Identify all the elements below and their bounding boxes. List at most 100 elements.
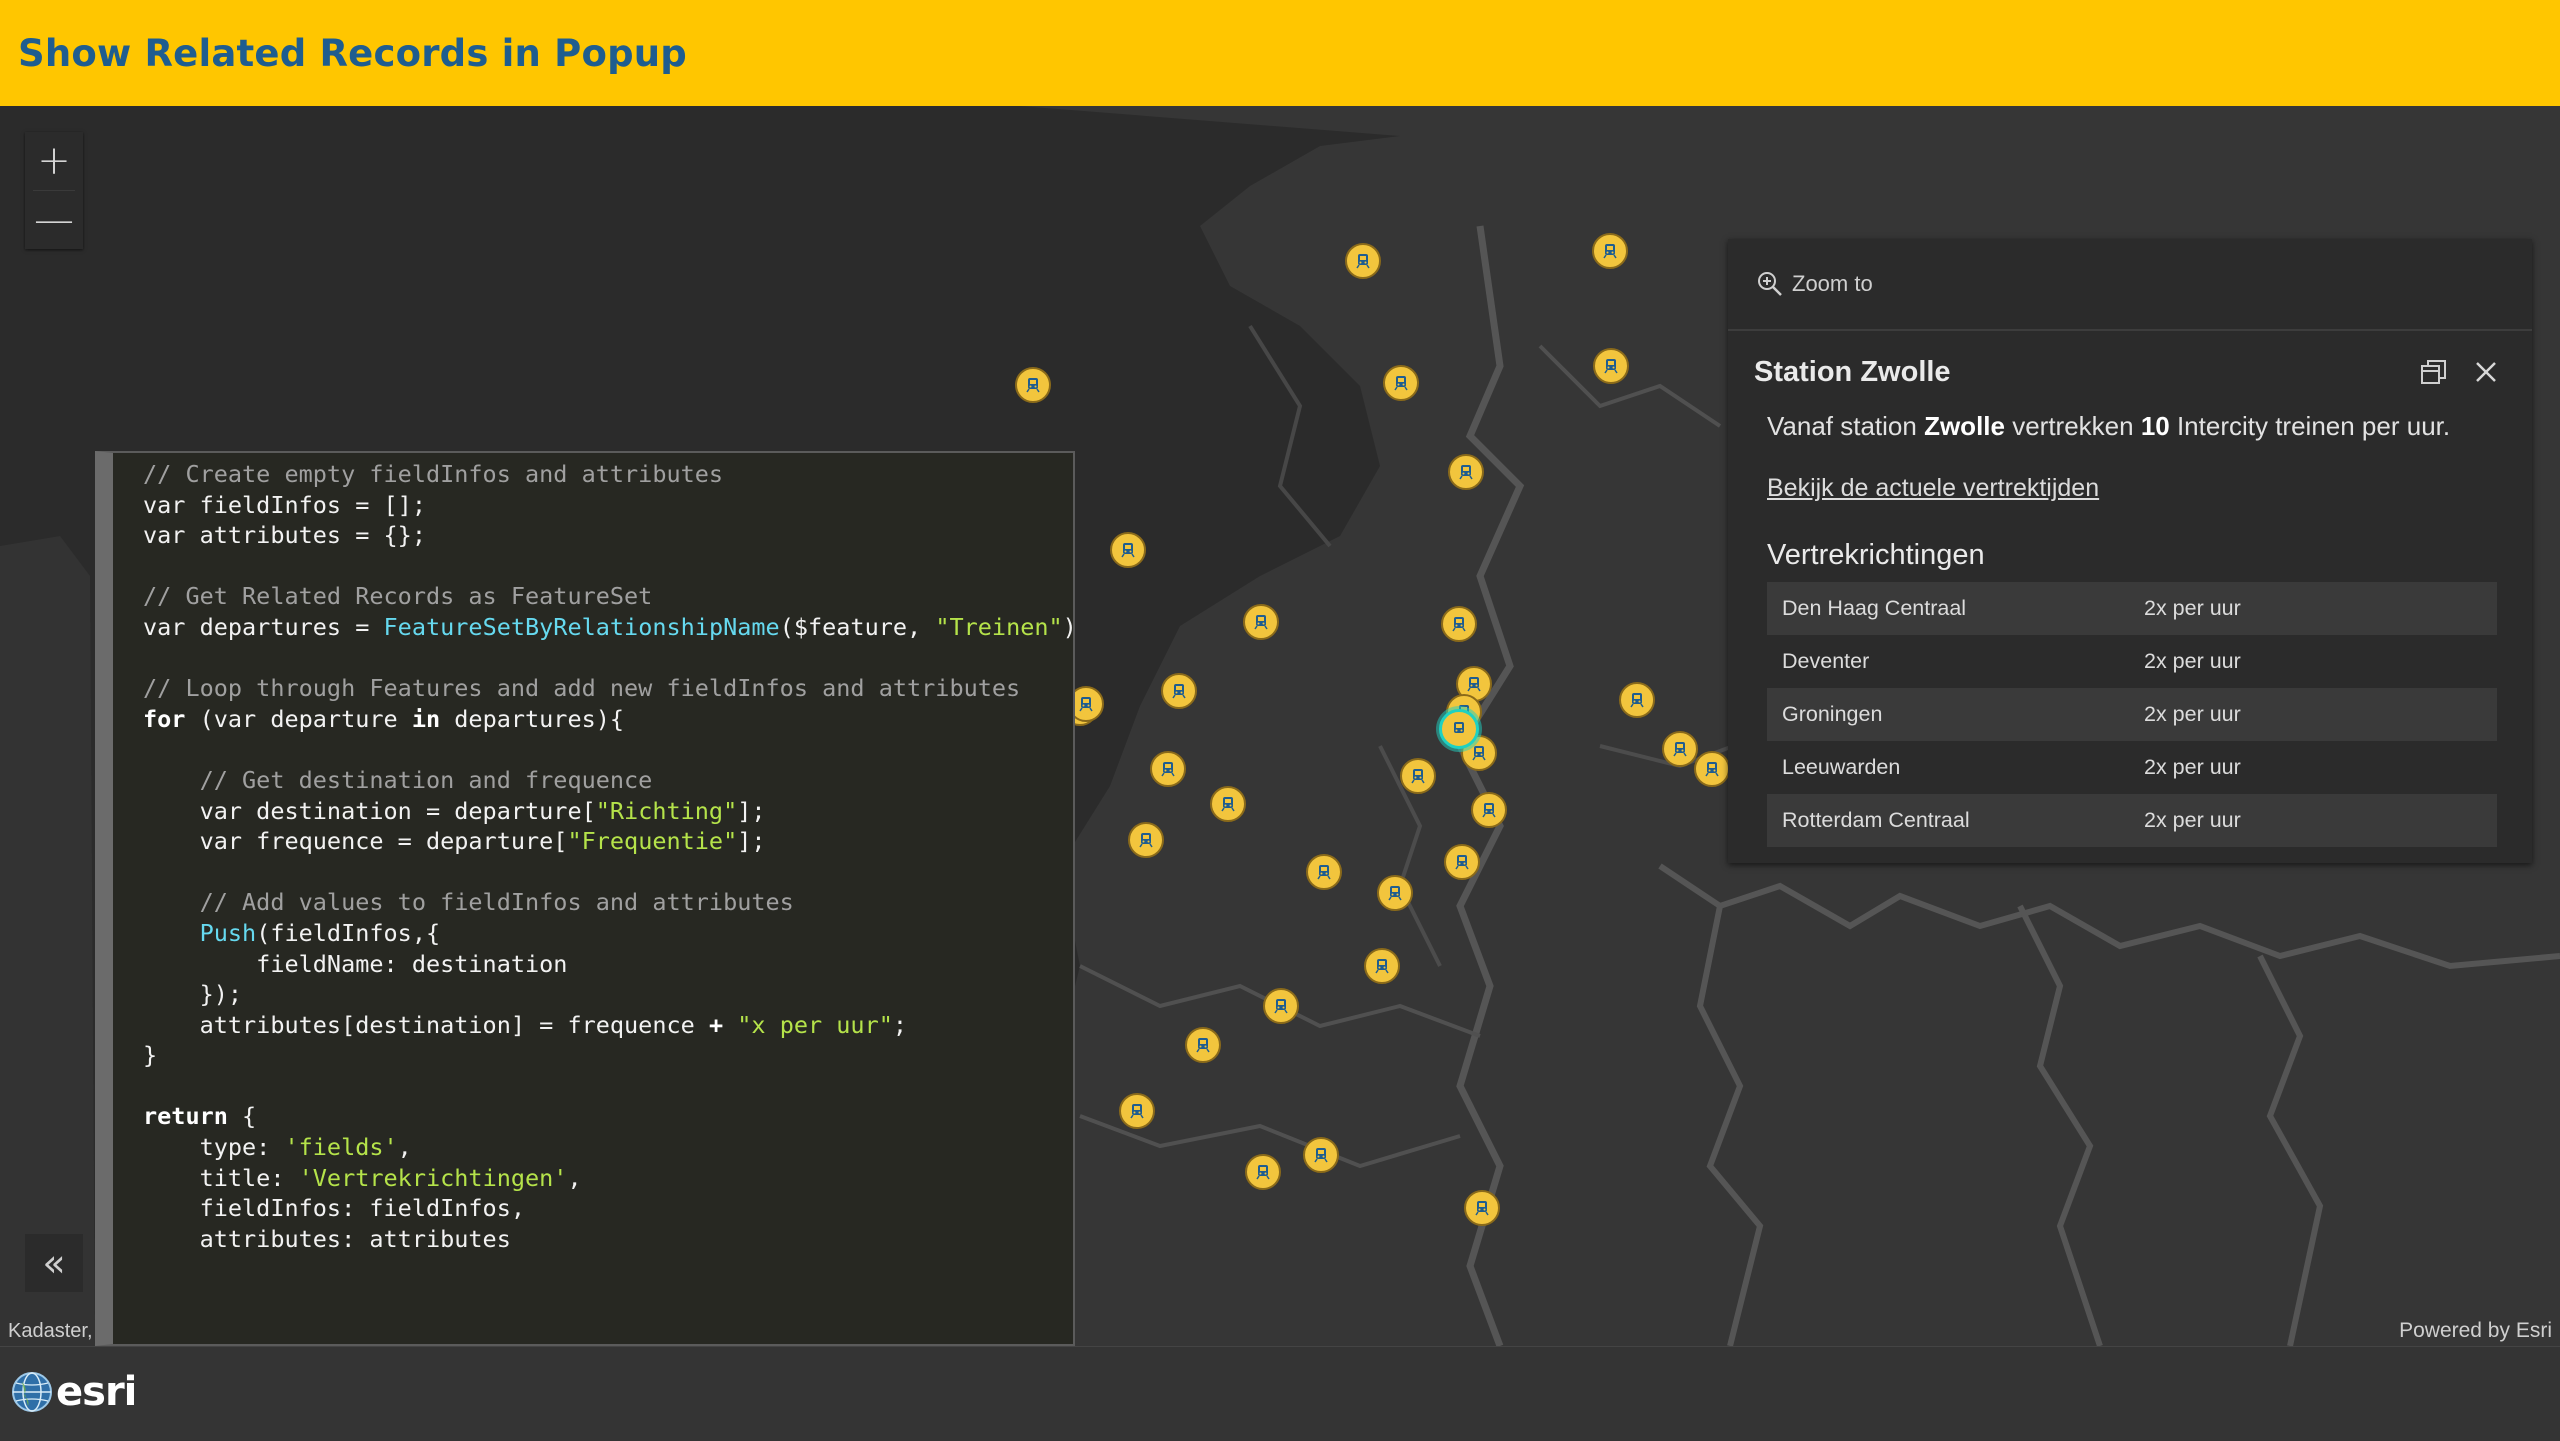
- train-icon: [1673, 742, 1687, 757]
- zoom-out-button[interactable]: —: [25, 191, 83, 249]
- dock-button[interactable]: [2414, 352, 2454, 392]
- popup-header: Station Zwolle: [1728, 331, 2532, 413]
- popup-description: Vanaf station Zwolle vertrekken 10 Inter…: [1767, 411, 2494, 442]
- station-marker[interactable]: [1150, 751, 1186, 787]
- popup-body: Vanaf station Zwolle vertrekken 10 Inter…: [1728, 411, 2532, 847]
- station-marker[interactable]: [1400, 758, 1436, 794]
- station-marker[interactable]: [1345, 243, 1381, 279]
- footer: esri: [0, 1346, 2560, 1441]
- train-icon: [1603, 244, 1617, 259]
- train-icon: [1472, 746, 1486, 761]
- train-icon: [1314, 1148, 1328, 1163]
- field-value: 2x per uur: [2129, 688, 2497, 741]
- station-marker[interactable]: [1245, 1154, 1281, 1190]
- train-icon: [1139, 833, 1153, 848]
- train-icon: [1256, 1165, 1270, 1180]
- station-marker[interactable]: [1128, 822, 1164, 858]
- station-marker[interactable]: [1383, 365, 1419, 401]
- table-row: Groningen 2x per uur: [1767, 688, 2497, 741]
- train-icon: [1196, 1038, 1210, 1053]
- station-marker[interactable]: [1306, 854, 1342, 890]
- field-value: 2x per uur: [2129, 635, 2497, 688]
- attribution-powered-by[interactable]: Powered by Esri: [2399, 1316, 2552, 1346]
- station-marker[interactable]: [1377, 875, 1413, 911]
- train-icon: [1411, 769, 1425, 784]
- train-icon: [1375, 959, 1389, 974]
- field-name: Rotterdam Centraal: [1767, 794, 2129, 847]
- train-icon: [1452, 617, 1466, 632]
- zoom-to-label: Zoom to: [1792, 271, 1873, 296]
- train-icon: [1482, 803, 1496, 818]
- train-icon: [1221, 797, 1235, 812]
- train-icon: [1130, 1104, 1144, 1119]
- desc-station: Zwolle: [1924, 411, 2005, 441]
- feature-popup: Zoom to Station Zwolle Vanaf station Zwo: [1728, 239, 2532, 863]
- train-icon: [1454, 722, 1464, 733]
- train-icon: [1161, 762, 1175, 777]
- station-marker[interactable]: [1210, 786, 1246, 822]
- train-icon: [1388, 886, 1402, 901]
- fields-table: Den Haag Centraal 2x per uur Deventer 2x…: [1767, 582, 2497, 847]
- station-marker[interactable]: [1444, 844, 1480, 880]
- station-marker[interactable]: [1110, 532, 1146, 568]
- zoom-controls: + —: [25, 132, 83, 249]
- field-name: Groningen: [1767, 688, 2129, 741]
- station-marker[interactable]: [1185, 1027, 1221, 1063]
- field-name: Den Haag Centraal: [1767, 582, 2129, 635]
- zoom-to-icon: [1758, 272, 1782, 296]
- station-marker[interactable]: [1263, 988, 1299, 1024]
- desc-mid: vertrekken: [2004, 411, 2141, 441]
- zoom-in-button[interactable]: +: [25, 132, 83, 190]
- station-marker[interactable]: [1592, 233, 1628, 269]
- table-row: Leeuwarden 2x per uur: [1767, 741, 2497, 794]
- station-marker[interactable]: [1662, 731, 1698, 767]
- collapse-button[interactable]: «: [25, 1234, 83, 1292]
- code-block: // Create empty fieldInfos and attribute…: [143, 460, 1073, 1253]
- table-row: Deventer 2x per uur: [1767, 635, 2497, 688]
- close-button[interactable]: [2466, 352, 2506, 392]
- train-icon: [1079, 697, 1093, 712]
- table-row: Rotterdam Centraal 2x per uur: [1767, 794, 2497, 847]
- train-icon: [1254, 615, 1268, 630]
- close-icon: [2476, 362, 2496, 382]
- app-header: Show Related Records in Popup: [0, 0, 2560, 106]
- field-name: Leeuwarden: [1767, 741, 2129, 794]
- arcade-code-panel[interactable]: // Create empty fieldInfos and attribute…: [95, 451, 1075, 1346]
- selected-station-marker[interactable]: [1439, 709, 1479, 749]
- departures-link[interactable]: Bekijk de actuele vertrektijden: [1767, 474, 2494, 503]
- desc-prefix: Vanaf station: [1767, 411, 1925, 441]
- station-marker[interactable]: [1303, 1137, 1339, 1173]
- desc-suffix: Intercity treinen per uur.: [2169, 411, 2451, 441]
- train-icon: [1604, 359, 1618, 374]
- esri-logo[interactable]: esri: [10, 1369, 137, 1415]
- field-value: 2x per uur: [2129, 741, 2497, 794]
- station-marker[interactable]: [1119, 1093, 1155, 1129]
- station-marker[interactable]: [1464, 1190, 1500, 1226]
- station-marker[interactable]: [1441, 606, 1477, 642]
- station-marker[interactable]: [1448, 454, 1484, 490]
- train-icon: [1317, 865, 1331, 880]
- train-icon: [1394, 376, 1408, 391]
- train-icon: [1475, 1201, 1489, 1216]
- zoom-to-action[interactable]: Zoom to: [1728, 239, 2532, 331]
- attribution-left: Kadaster,: [8, 1320, 93, 1342]
- train-icon: [1467, 677, 1481, 692]
- train-icon: [1026, 378, 1040, 393]
- double-chevron-left-icon: «: [42, 1241, 66, 1285]
- station-marker[interactable]: [1619, 682, 1655, 718]
- esri-wordmark: esri: [56, 1369, 137, 1415]
- train-icon: [1274, 999, 1288, 1014]
- station-marker[interactable]: [1015, 367, 1051, 403]
- popup-title: Station Zwolle: [1754, 355, 1951, 388]
- station-marker[interactable]: [1593, 348, 1629, 384]
- station-marker[interactable]: [1471, 792, 1507, 828]
- station-marker[interactable]: [1161, 673, 1197, 709]
- page-title: Show Related Records in Popup: [18, 31, 687, 75]
- train-icon: [1356, 254, 1370, 269]
- dock-icon: [2421, 360, 2446, 384]
- station-marker[interactable]: [1243, 604, 1279, 640]
- train-icon: [1455, 855, 1469, 870]
- desc-count: 10: [2140, 411, 2170, 441]
- station-marker[interactable]: [1694, 751, 1730, 787]
- station-marker[interactable]: [1364, 948, 1400, 984]
